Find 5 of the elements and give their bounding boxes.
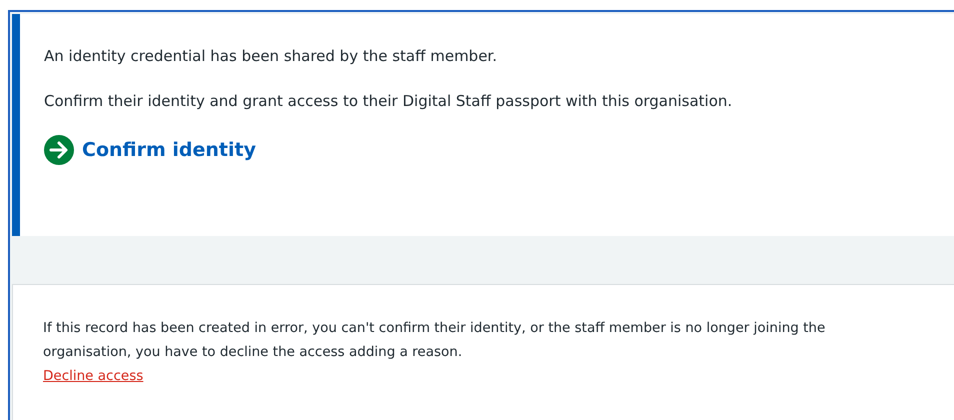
- confirm-instruction: Confirm their identity and grant access to their Digital Staff passport with this organisation.: [44, 91, 734, 112]
- credential-message: An identity credential has been shared by the staff member.: [44, 46, 498, 67]
- decline-access-link[interactable]: Decline access: [43, 368, 144, 384]
- decline-message: If this record has been created in error, you can't confirm their identity, or the staff member is no longer joining the organisation, you have to decline the access adding a reason.: [43, 319, 826, 362]
- confirm-identity-link[interactable]: Confirm identity: [44, 135, 256, 165]
